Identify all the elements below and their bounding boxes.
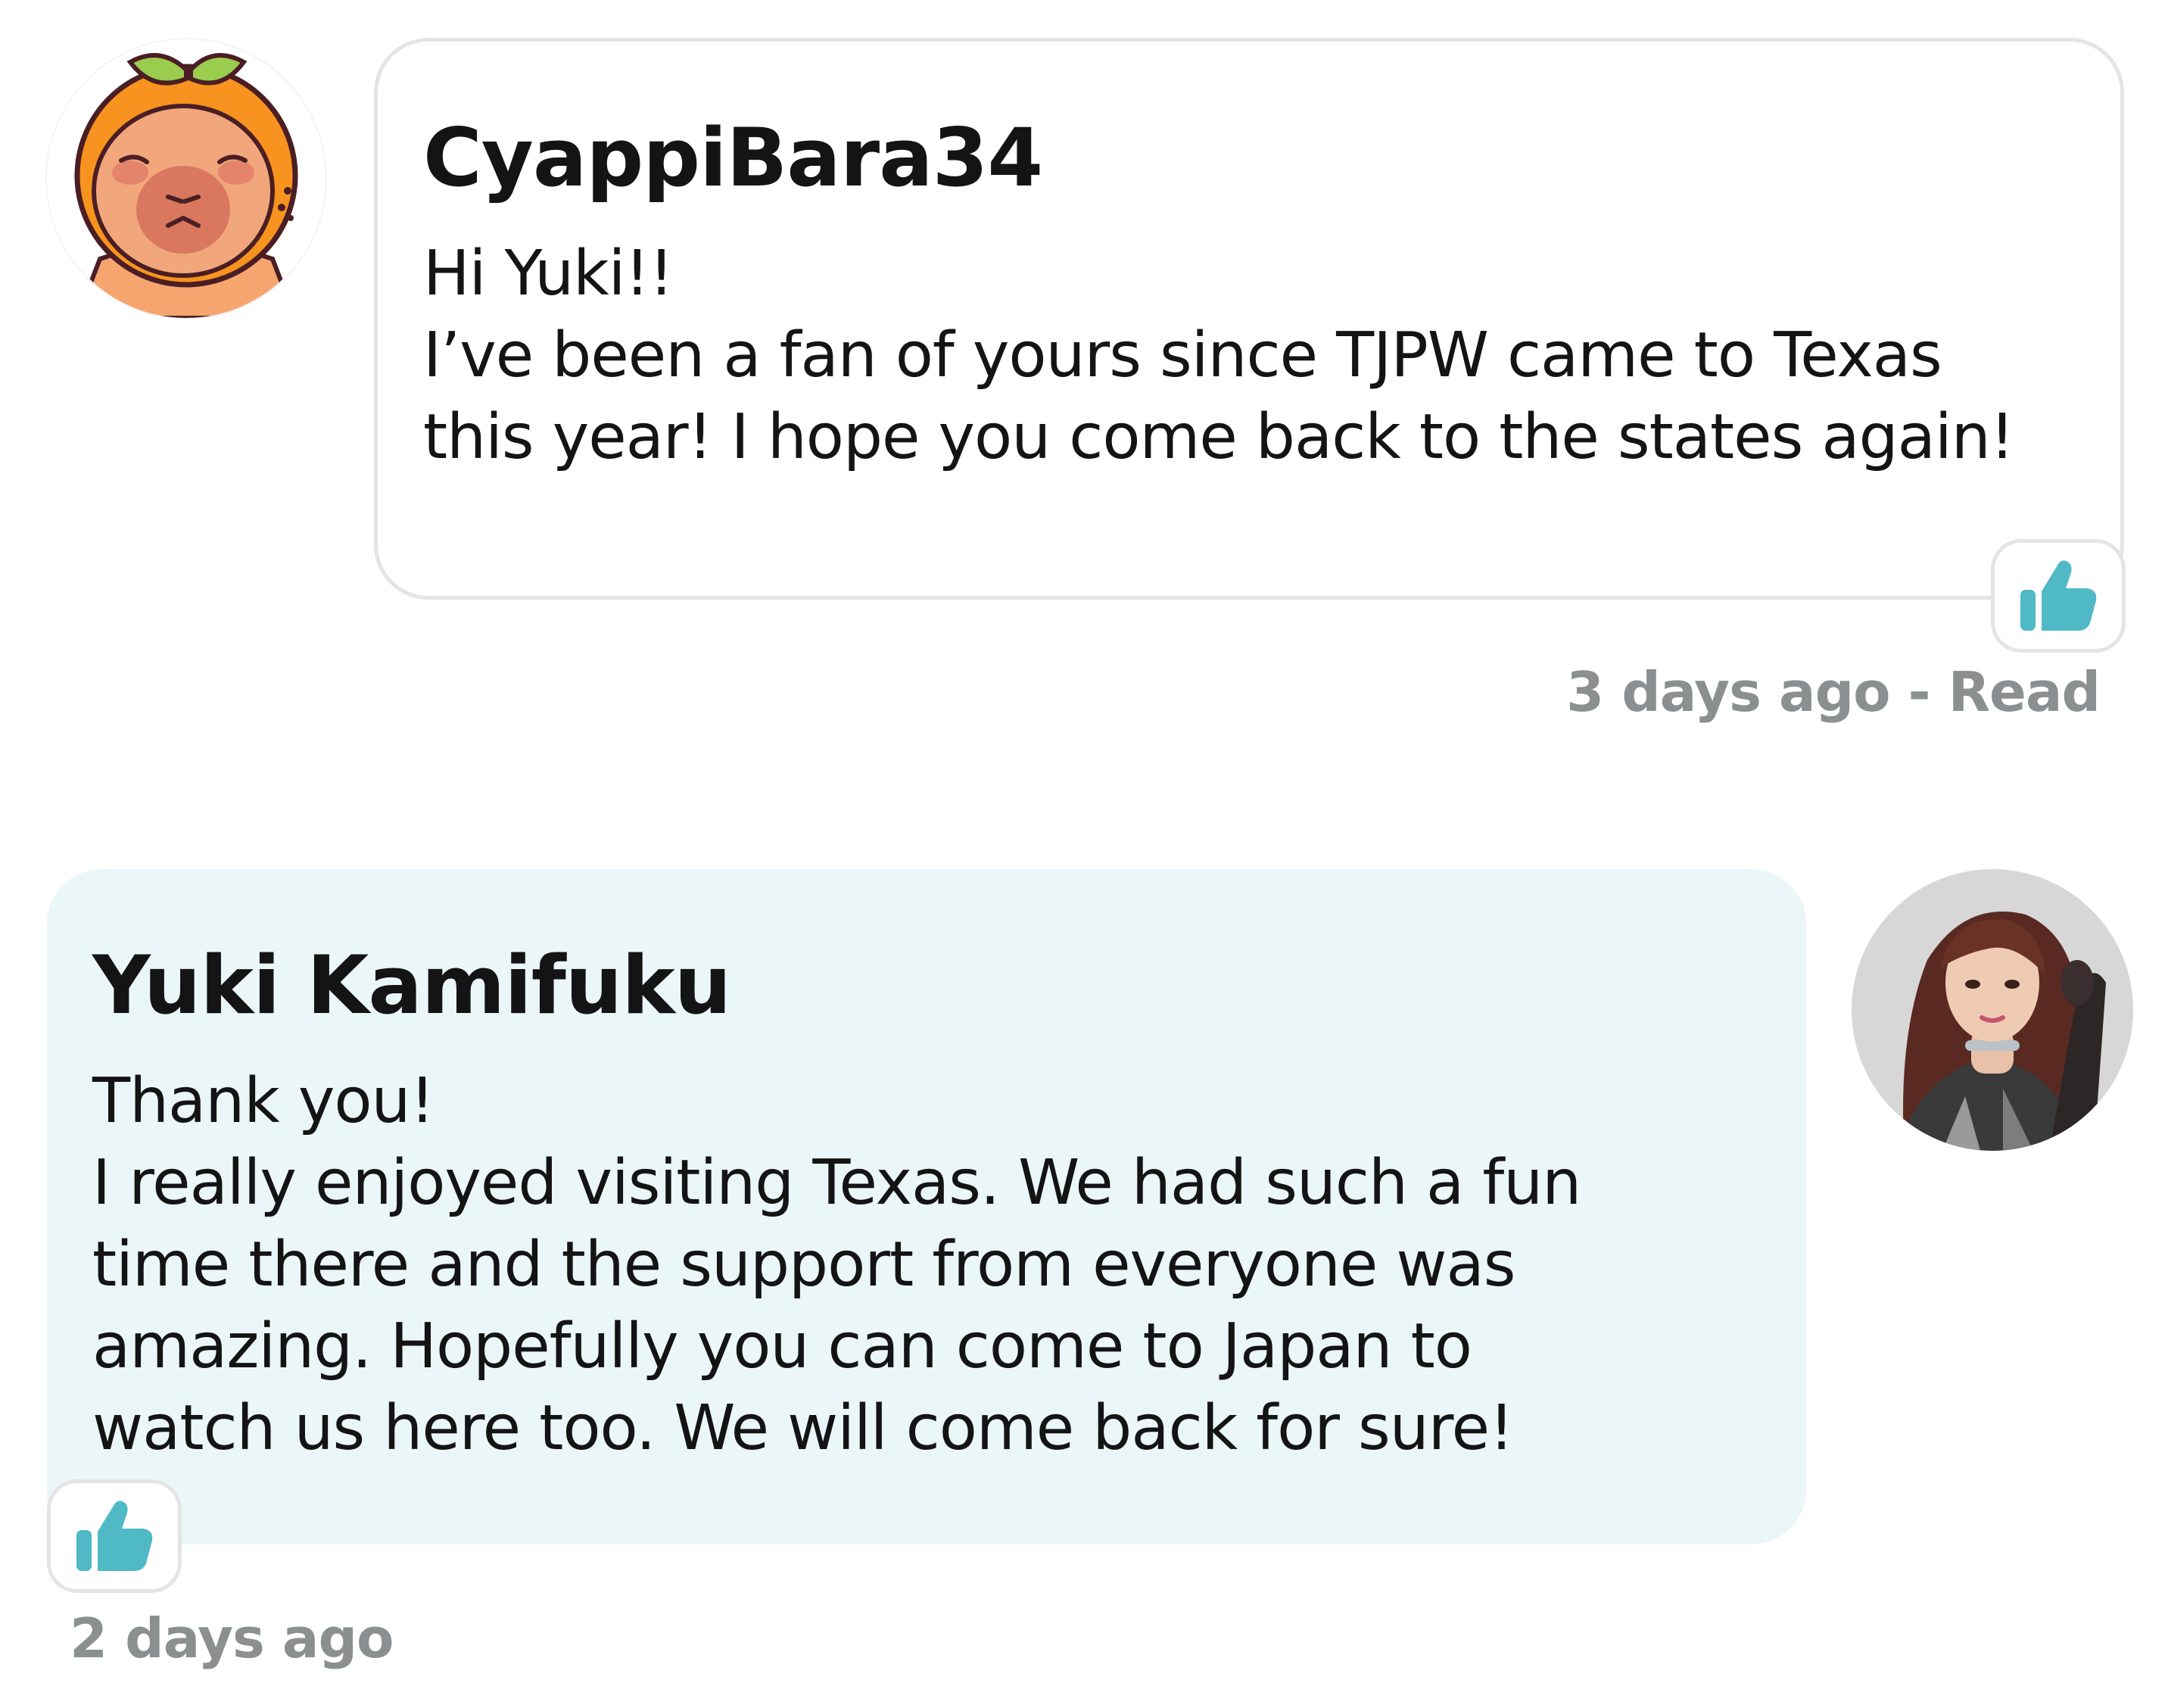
- message-line: Thank you!: [92, 1064, 435, 1137]
- message-line: this year! I hope you come back to the s…: [423, 401, 2015, 473]
- message-line: I really enjoyed visiting Texas. We had …: [92, 1146, 1581, 1219]
- sender-avatar[interactable]: [1852, 869, 2133, 1151]
- sender-name: CyappiBara34: [423, 111, 1043, 204]
- message-bubble-incoming: Yuki Kamifuku Thank you! I really enjoye…: [47, 869, 1806, 1544]
- message-line: time there and the support from everyone…: [92, 1228, 1515, 1301]
- message-line: watch us here too. We will come back for…: [92, 1392, 1514, 1464]
- message-line: Hi Yuki!!: [423, 237, 674, 310]
- thumbs-up-icon: [2020, 560, 2097, 631]
- like-button[interactable]: [47, 1479, 182, 1593]
- user-avatar[interactable]: [45, 38, 327, 319]
- message-line: amazing. Hopefully you can come to Japan…: [92, 1310, 1472, 1382]
- message-text: Hi Yuki!! I’ve been a fan of yours since…: [423, 233, 2075, 478]
- profile-photo-icon: [1852, 869, 2133, 1151]
- thumbs-up-icon: [76, 1501, 153, 1571]
- message-timestamp: 2 days ago: [70, 1607, 394, 1670]
- message-status: 3 days ago - Read: [1566, 660, 2101, 724]
- message-text: Thank you! I really enjoyed visiting Tex…: [92, 1061, 1761, 1470]
- message-bubble-outgoing: CyappiBara34 Hi Yuki!! I’ve been a fan o…: [374, 38, 2124, 600]
- capybara-avatar-icon: [47, 39, 326, 318]
- message-line: I’ve been a fan of yours since TJPW came…: [423, 319, 1942, 391]
- like-button[interactable]: [1991, 539, 2126, 653]
- sender-name: Yuki Kamifuku: [92, 939, 731, 1032]
